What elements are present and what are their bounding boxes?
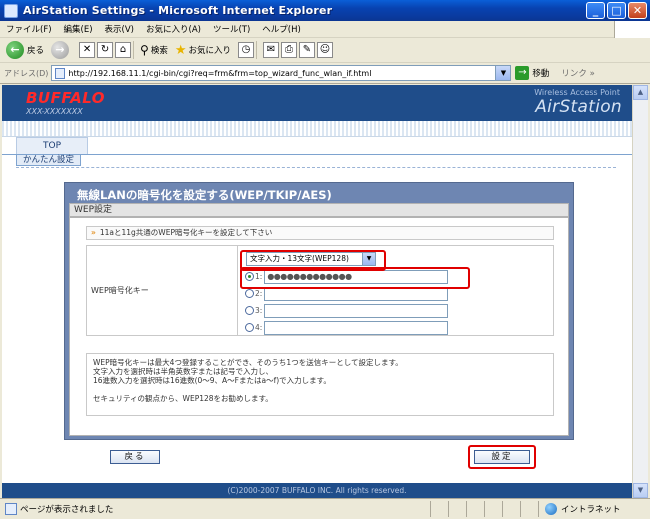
brand-header: BUFFALO XXX-XXXXXXX Wireless Access Poin… <box>2 85 632 121</box>
divider <box>16 167 616 168</box>
search-button[interactable]: ⚲ 検索 <box>140 43 168 57</box>
messenger-icon[interactable]: ☺ <box>317 42 333 58</box>
close-button[interactable]: ✕ <box>628 2 647 19</box>
menu-bar: ファイル(F) 編集(E) 表示(V) お気に入り(A) ツール(T) ヘルプ(… <box>0 21 650 38</box>
address-bar: アドレス(D) http://192.168.11.1/cgi-bin/cgi?… <box>0 63 650 84</box>
refresh-icon[interactable]: ↻ <box>97 42 114 58</box>
address-url: http://192.168.11.1/cgi-bin/cgi?req=frm&… <box>68 68 372 78</box>
scroll-up-icon[interactable]: ▲ <box>633 85 648 100</box>
favorites-button[interactable]: ★ お気に入り <box>175 43 231 58</box>
header-stripe <box>2 121 632 137</box>
search-label: 検索 <box>150 46 168 56</box>
scroll-down-icon[interactable]: ▼ <box>633 483 648 498</box>
globe-icon <box>545 503 557 515</box>
page-done-icon <box>5 503 17 515</box>
buffalo-logo: BUFFALO <box>26 89 106 107</box>
toolbar-separator <box>133 41 135 59</box>
mail-icon[interactable]: ✉ <box>263 42 279 58</box>
subnav-easy-setup[interactable]: かんたん設定 <box>16 154 82 166</box>
window-title: AirStation Settings - Microsoft Internet… <box>23 4 333 17</box>
note-line: 文字入力を選択時は半角英数字または記号で入力し、 <box>93 367 273 376</box>
copyright-footer: (C)2000-2007 BUFFALO INC. All rights res… <box>2 483 632 498</box>
back-button[interactable]: 戻る <box>110 450 160 464</box>
section-heading: WEP設定 <box>69 203 569 217</box>
links-button[interactable]: リンク » <box>561 67 594 79</box>
stop-icon[interactable]: ✕ <box>79 42 96 58</box>
key-3-label: 3: <box>255 306 263 315</box>
key-row-4: 4: <box>245 320 449 335</box>
sub-nav: かんたん設定 <box>2 154 632 166</box>
status-cells <box>430 501 538 517</box>
vertical-scrollbar[interactable]: ▲ ▼ <box>632 85 648 498</box>
key-3-input[interactable] <box>264 303 449 318</box>
product-tagline: Wireless Access Point <box>534 88 620 97</box>
menu-edit[interactable]: 編集(E) <box>64 23 93 35</box>
zone-label: イントラネット <box>561 505 621 515</box>
key-2-radio[interactable] <box>245 289 254 298</box>
key-4-radio[interactable] <box>245 323 254 332</box>
back-nav-label: 戻る <box>27 46 45 56</box>
forward-nav-button[interactable]: → <box>51 41 72 59</box>
address-input[interactable]: http://192.168.11.1/cgi-bin/cgi?req=frm&… <box>51 65 512 81</box>
airstation-logo: AirStation <box>535 97 622 117</box>
security-zone: イントラネット <box>538 501 621 517</box>
go-label: 移動 <box>532 69 550 79</box>
key-2-label: 2: <box>255 289 263 298</box>
key-4-label: 4: <box>255 323 263 332</box>
address-label: アドレス(D) <box>4 68 49 78</box>
toolbar-separator <box>256 41 257 59</box>
menu-help[interactable]: ヘルプ(H) <box>262 23 301 35</box>
note-line: 16進数入力を選択時は16進数(0〜9、A〜Fまたはa〜f)で入力します。 <box>93 376 331 385</box>
instruction-text: 11aと11g共通のWEP暗号化キーを設定して下さい <box>99 228 273 237</box>
page-viewport: BUFFALO XXX-XXXXXXX Wireless Access Poin… <box>2 85 632 498</box>
star-icon: ★ <box>174 42 187 58</box>
forward-arrow-icon: → <box>51 41 70 59</box>
menu-tools[interactable]: ツール(T) <box>213 23 250 35</box>
wep-settings-panel: 無線LANの暗号化を設定する(WEP/TKIP/AES) WEP設定 » 11aと… <box>64 182 574 440</box>
tab-row: TOP <box>2 137 632 155</box>
browser-toolbar: ← 戻る → ✕ ↻ ⌂ ⚲ 検索 ★ お気に入り ◷ ✉ ⎙ ✎ ☺ <box>0 38 650 63</box>
key-4-input[interactable] <box>264 320 449 335</box>
go-button[interactable]: → 移動 <box>515 66 549 80</box>
wep-key-label: WEP暗号化キー <box>87 246 238 335</box>
tab-top[interactable]: TOP <box>16 137 88 155</box>
key-row-3: 3: <box>245 303 449 318</box>
window-title-bar: AirStation Settings - Microsoft Internet… <box>0 0 650 21</box>
instruction-bar: » 11aと11g共通のWEP暗号化キーを設定して下さい <box>86 226 554 240</box>
menu-file[interactable]: ファイル(F) <box>6 23 52 35</box>
home-icon[interactable]: ⌂ <box>115 42 132 58</box>
double-chevron-icon: » <box>91 228 96 237</box>
status-bar: ページが表示されました イントラネット <box>0 498 650 519</box>
print-icon[interactable]: ⎙ <box>281 42 297 58</box>
back-nav-button[interactable]: ← 戻る <box>6 41 44 59</box>
go-arrow-icon: → <box>515 66 530 80</box>
ie-app-icon <box>4 3 18 18</box>
menu-favorites[interactable]: お気に入り(A) <box>146 23 201 35</box>
minimize-button[interactable]: _ <box>586 2 605 19</box>
apply-button[interactable]: 設定 <box>474 450 530 464</box>
maximize-button[interactable]: □ <box>607 2 626 19</box>
address-dropdown-icon[interactable]: ▼ <box>495 66 511 80</box>
note-line: セキュリティの観点から、WEP128をお勧めします。 <box>93 394 273 403</box>
key-3-radio[interactable] <box>245 306 254 315</box>
favorites-label: お気に入り <box>188 46 231 56</box>
history-icon[interactable]: ◷ <box>238 42 254 58</box>
note-line: WEP暗号化キーは最大4つ登録することができ、そのうち1つを送信キーとして設定し… <box>93 358 403 367</box>
back-arrow-icon: ← <box>6 41 24 59</box>
search-icon: ⚲ <box>140 43 149 57</box>
panel-title: 無線LANの暗号化を設定する(WEP/TKIP/AES) <box>77 188 332 202</box>
menu-view[interactable]: 表示(V) <box>105 23 134 35</box>
help-notes: WEP暗号化キーは最大4つ登録することができ、そのうち1つを送信キーとして設定し… <box>86 353 554 416</box>
edit-icon[interactable]: ✎ <box>299 42 315 58</box>
key-1-highlight <box>240 267 470 289</box>
status-message: ページが表示されました <box>20 505 114 515</box>
page-icon <box>55 67 66 79</box>
model-code: XXX-XXXXXXX <box>26 107 83 116</box>
windows-logo-icon <box>614 21 650 38</box>
